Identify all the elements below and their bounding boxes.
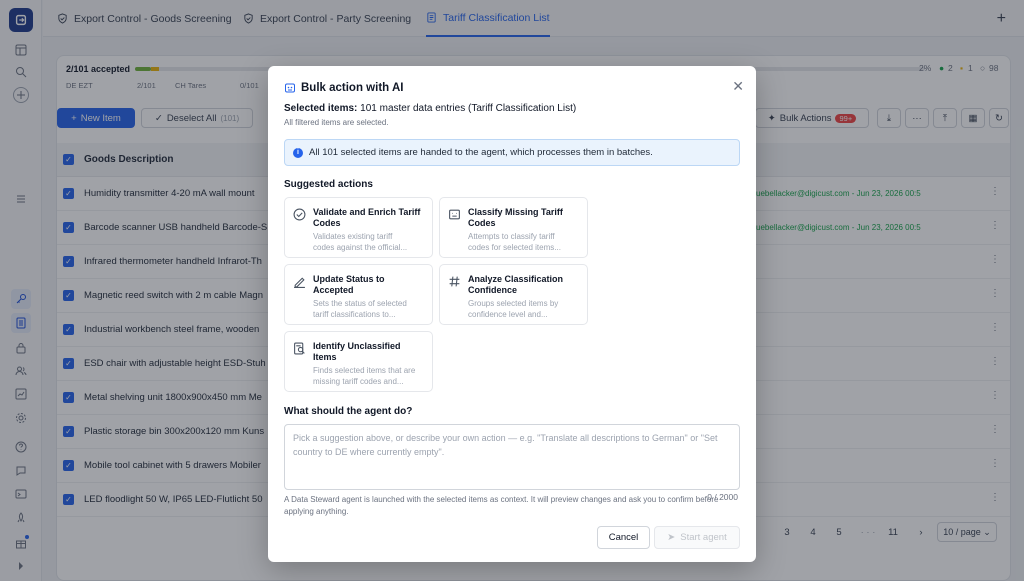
close-icon[interactable]: ✕: [732, 78, 744, 95]
send-icon: ➤: [667, 532, 676, 543]
start-agent-button[interactable]: ➤ Start agent: [654, 526, 740, 549]
pencil-icon: [293, 275, 306, 288]
selected-value: 101 master data entries (Tariff Classifi…: [360, 103, 577, 114]
suggestion-desc: missing tariff codes and...: [313, 377, 404, 386]
selected-items: Selected items: 101 master data entries …: [284, 103, 576, 114]
suggested-actions-title: Suggested actions: [284, 179, 373, 190]
bulk-action-modal: Bulk action with AI ✕ Selected items: 10…: [268, 66, 756, 562]
agent-question: What should the agent do?: [284, 406, 413, 417]
suggestion-classify-missing[interactable]: Classify Missing Tariff Codes Attempts t…: [439, 197, 588, 258]
robot-icon: [284, 82, 296, 94]
info-icon: i: [293, 147, 303, 158]
info-banner: i All 101 selected items are handed to t…: [284, 139, 740, 166]
hash-icon: [448, 275, 461, 288]
info-text: All 101 selected items are handed to the…: [309, 147, 653, 158]
start-agent-label: Start agent: [680, 532, 727, 543]
suggestion-title: Update Status to Accepted: [313, 274, 385, 295]
suggestion-desc: codes for selected items...: [468, 243, 561, 252]
suggestion-title: Identify Unclassified Items: [313, 341, 401, 362]
suggestion-desc: Groups selected items by: [468, 299, 559, 308]
suggestion-desc: Attempts to classify tariff: [468, 232, 555, 241]
suggestion-desc: Sets the status of selected: [313, 299, 407, 308]
suggestion-validate-enrich[interactable]: Validate and Enrich Tariff Codes Validat…: [284, 197, 433, 258]
selected-label: Selected items:: [284, 103, 358, 114]
suggestion-desc: confidence level and...: [468, 310, 548, 319]
suggestion-title: Validate and Enrich Tariff Codes: [313, 207, 421, 228]
suggestion-desc: Validates existing tariff: [313, 232, 393, 241]
footnote: A Data Steward agent is launched with th…: [284, 495, 719, 516]
suggestion-identify-unclassified[interactable]: Identify Unclassified Items Finds select…: [284, 331, 433, 392]
agent-instructions-input[interactable]: Pick a suggestion above, or describe you…: [284, 424, 740, 490]
document-search-icon: [293, 342, 306, 355]
modal-title: Bulk action with AI: [301, 82, 404, 94]
suggestion-update-status[interactable]: Update Status to Accepted Sets the statu…: [284, 264, 433, 325]
robot-icon: [448, 208, 461, 221]
suggestion-title: Classify Missing Tariff Codes: [468, 207, 563, 228]
suggestion-title: Analyze Classification Confidence: [468, 274, 564, 295]
suggestion-desc: Finds selected items that are: [313, 366, 416, 375]
suggestion-desc: tariff classifications to...: [313, 310, 396, 319]
cancel-button[interactable]: Cancel: [597, 526, 650, 549]
suggestion-analyze-confidence[interactable]: Analyze Classification Confidence Groups…: [439, 264, 588, 325]
filtered-note: All filtered items are selected.: [284, 118, 389, 127]
check-circle-icon: [293, 208, 306, 221]
suggestion-desc: codes against the official...: [313, 243, 408, 252]
